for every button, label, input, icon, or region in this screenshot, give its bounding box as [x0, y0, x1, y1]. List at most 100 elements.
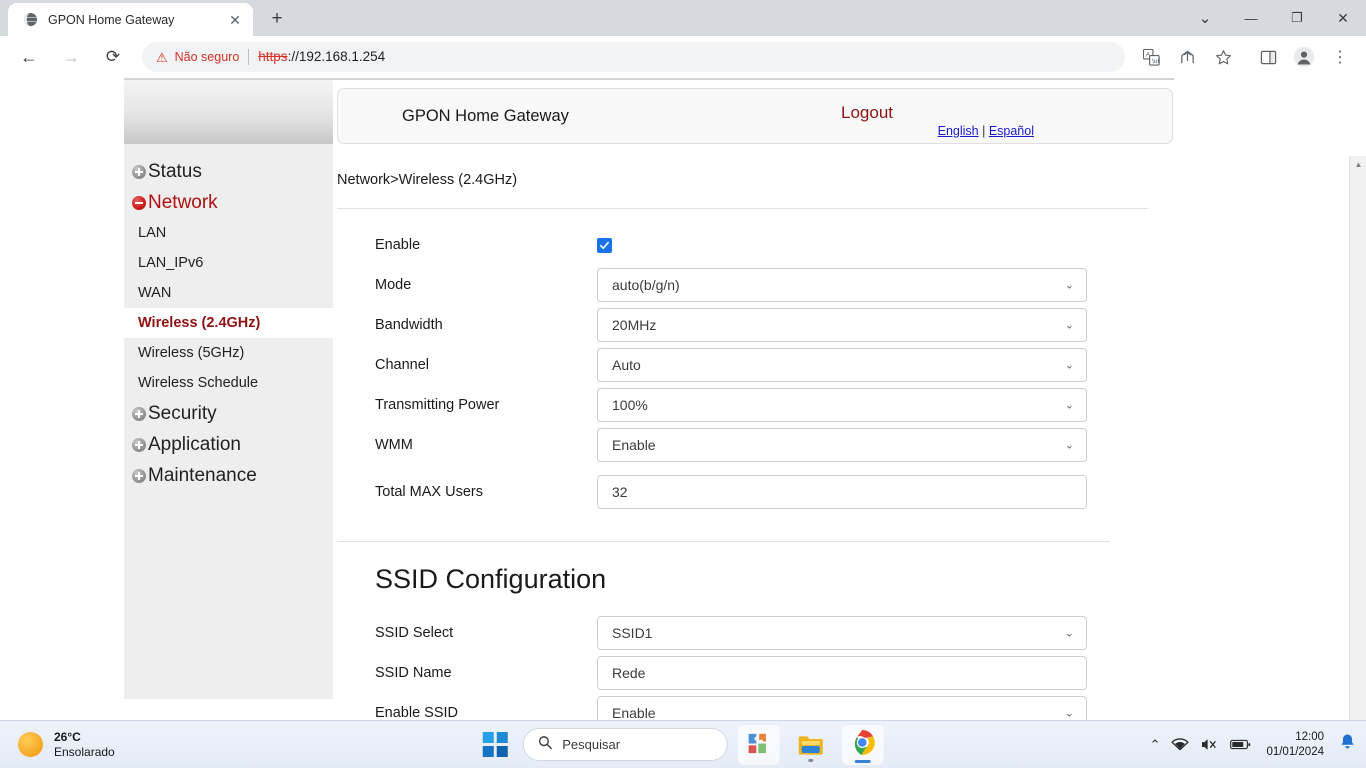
label-enable: Enable [375, 237, 421, 253]
bandwidth-select[interactable]: 20MHz ⌄ [597, 308, 1087, 342]
battery-icon[interactable] [1230, 738, 1251, 751]
label-mode: Mode [375, 277, 412, 293]
channel-select[interactable]: Auto ⌄ [597, 348, 1087, 382]
chrome-menu-icon[interactable]: ⋮ [1325, 42, 1355, 72]
sidebar-item-label: Status [148, 160, 202, 182]
sidebar-item-network[interactable]: Network [124, 187, 333, 218]
chevron-down-icon: ⌄ [1064, 399, 1074, 412]
sun-icon [18, 732, 43, 757]
sidebar-item-label: Application [148, 433, 241, 455]
close-icon[interactable]: ✕ [225, 10, 245, 30]
form-row-bandwidth: Bandwidth 20MHz ⌄ [337, 305, 1177, 345]
enable-ssid-select[interactable]: Enable ⌄ [597, 696, 1087, 720]
chevron-down-icon: ⌄ [1064, 319, 1074, 332]
language-english-link[interactable]: English [938, 124, 979, 138]
tab-strip: GPON Home Gateway ✕ + ⌄ — ❐ ✕ [0, 0, 1366, 36]
transmitting-power-select-value: 100% [612, 397, 648, 413]
ssid-select-value: SSID1 [612, 625, 653, 641]
bell-icon[interactable] [1339, 733, 1356, 756]
label-ssid-select: SSID Select [375, 625, 454, 641]
ssid-name-input[interactable]: Rede [597, 656, 1087, 690]
sidebar-item-status[interactable]: Status [124, 156, 333, 187]
wireless-settings-form: Enable Mode auto(b/g/n) ⌄ Bandwidth 20MH… [337, 225, 1177, 519]
globe-icon [22, 12, 38, 28]
tab-title: GPON Home Gateway [48, 12, 175, 27]
browser-toolbar: ← → ⟳ ⚠ Não seguro https://192.168.1.254… [0, 36, 1366, 78]
sidebar-item-label: Wireless (2.4GHz) [138, 315, 261, 331]
sidebar-item-label: LAN [138, 225, 167, 241]
url-text: https://192.168.1.254 [258, 48, 385, 66]
taskbar-weather-widget[interactable]: 26°C Ensolarado [18, 730, 115, 760]
transmitting-power-select[interactable]: 100% ⌄ [597, 388, 1087, 422]
form-row-enable-ssid: Enable SSID Enable ⌄ [337, 693, 1177, 720]
taskbar-clock[interactable]: 12:00 01/01/2024 [1266, 730, 1324, 760]
sidebar-item-wireless-24ghz[interactable]: Wireless (2.4GHz) [124, 308, 333, 338]
taskbar-app-explorer[interactable] [789, 725, 831, 765]
sidebar-item-wan[interactable]: WAN [124, 278, 333, 308]
sidebar-item-application[interactable]: Application [124, 429, 333, 460]
language-switcher: English | Español [938, 124, 1034, 138]
sidebar-item-maintenance[interactable]: Maintenance [124, 460, 333, 491]
form-row-mode: Mode auto(b/g/n) ⌄ [337, 265, 1177, 305]
tab-search-icon[interactable]: ⌄ [1182, 0, 1228, 36]
plus-circle-icon[interactable] [132, 437, 146, 452]
profile-avatar-icon[interactable] [1289, 42, 1319, 72]
weather-temperature: 26°C [54, 729, 81, 744]
sidebar-item-wireless-schedule[interactable]: Wireless Schedule [124, 368, 333, 398]
url-scheme: https [258, 49, 288, 64]
side-panel-icon[interactable] [1253, 42, 1283, 72]
plus-circle-icon[interactable] [132, 468, 146, 483]
sidebar-item-wireless-5ghz[interactable]: Wireless (5GHz) [124, 338, 333, 368]
volume-muted-icon[interactable] [1200, 737, 1219, 752]
total-max-users-input[interactable]: 32 [597, 475, 1087, 509]
sidebar-item-security[interactable]: Security [124, 398, 333, 429]
language-separator: | [978, 124, 989, 138]
mode-select[interactable]: auto(b/g/n) ⌄ [597, 268, 1087, 302]
wmm-select-value: Enable [612, 437, 656, 453]
start-button[interactable] [482, 732, 508, 757]
forward-icon[interactable]: → [55, 41, 87, 73]
close-window-button[interactable]: ✕ [1320, 0, 1366, 36]
form-row-ssid-name: SSID Name Rede [337, 653, 1177, 693]
url-host: ://192.168.1.254 [287, 49, 386, 64]
ssid-select[interactable]: SSID1 ⌄ [597, 616, 1087, 650]
wifi-icon[interactable] [1171, 737, 1190, 752]
tray-overflow-icon[interactable]: ⌃ [1150, 737, 1161, 753]
security-status-text[interactable]: Não seguro [175, 50, 240, 64]
language-spanish-link[interactable]: Español [989, 124, 1034, 138]
logout-link[interactable]: Logout [841, 103, 893, 123]
chevron-down-icon: ⌄ [1064, 279, 1074, 292]
reload-icon[interactable]: ⟳ [97, 41, 129, 73]
chevron-down-icon: ⌄ [1064, 707, 1074, 720]
address-bar[interactable]: ⚠ Não seguro https://192.168.1.254 [142, 42, 1125, 72]
sidebar-header-gradient [124, 80, 333, 144]
wmm-select[interactable]: Enable ⌄ [597, 428, 1087, 462]
share-icon[interactable] [1172, 42, 1202, 72]
form-row-channel: Channel Auto ⌄ [337, 345, 1177, 385]
enable-checkbox[interactable] [597, 237, 612, 253]
sidebar-item-label: Wireless (5GHz) [138, 345, 245, 361]
browser-tab[interactable]: GPON Home Gateway ✕ [8, 3, 253, 36]
taskbar-app-chrome[interactable] [841, 724, 884, 765]
translate-icon[interactable]: A \u6587 [1136, 42, 1166, 72]
label-channel: Channel [375, 357, 430, 373]
plus-circle-icon[interactable] [132, 164, 146, 179]
sidebar-item-lan-ipv6[interactable]: LAN_IPv6 [124, 248, 333, 278]
bookmark-star-icon[interactable] [1208, 42, 1238, 72]
maximize-button[interactable]: ❐ [1274, 0, 1320, 36]
form-row-transmitting-power: Transmitting Power 100% ⌄ [337, 385, 1177, 425]
sidebar-item-lan[interactable]: LAN [124, 218, 333, 248]
plus-circle-icon[interactable] [132, 406, 146, 421]
sidebar-item-label: WAN [138, 285, 172, 301]
running-indicator [854, 759, 871, 763]
bandwidth-select-value: 20MHz [612, 317, 657, 333]
minus-circle-icon[interactable] [132, 195, 146, 210]
minimize-button[interactable]: — [1228, 0, 1274, 36]
taskbar-app-extensions[interactable] [737, 724, 780, 765]
taskbar-search-input[interactable]: Pesquisar [522, 728, 728, 761]
scroll-up-arrow-icon[interactable]: ▲ [1350, 156, 1366, 173]
back-icon[interactable]: ← [13, 41, 45, 73]
page-vertical-scrollbar[interactable]: ▲ ▼ [1349, 156, 1366, 720]
new-tab-button[interactable]: + [263, 5, 291, 33]
chevron-down-icon: ⌄ [1064, 359, 1074, 372]
